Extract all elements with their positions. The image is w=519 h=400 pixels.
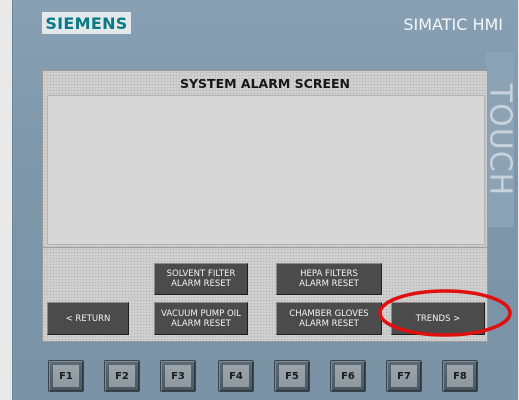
- f5-key-label: F5: [279, 365, 305, 387]
- vacuum-pump-oil-reset-button[interactable]: VACUUM PUMP OIL ALARM RESET: [154, 302, 248, 335]
- f6-key-label: F6: [335, 365, 361, 387]
- siemens-logo: SIEMENS: [42, 12, 131, 34]
- hmi-screen: SYSTEM ALARM SCREEN SOLVENT FILTER ALARM…: [42, 70, 488, 342]
- solvent-filter-reset-button[interactable]: SOLVENT FILTER ALARM RESET: [154, 263, 248, 295]
- screen-title: SYSTEM ALARM SCREEN: [180, 76, 350, 91]
- trends-button[interactable]: TRENDS >: [391, 302, 485, 335]
- divider: [43, 247, 487, 248]
- brand-label: SIMATIC HMI: [403, 15, 503, 34]
- alarm-view[interactable]: [47, 95, 485, 245]
- f7-key-label: F7: [391, 365, 417, 387]
- f4-key-label: F4: [223, 365, 249, 387]
- f2-key-label: F2: [109, 365, 135, 387]
- f4-key[interactable]: F4: [218, 360, 254, 392]
- f8-key[interactable]: F8: [442, 360, 478, 392]
- f7-key[interactable]: F7: [386, 360, 422, 392]
- return-button[interactable]: < RETURN: [47, 302, 129, 335]
- f3-key[interactable]: F3: [160, 360, 196, 392]
- chamber-gloves-reset-button[interactable]: CHAMBER GLOVES ALARM RESET: [276, 302, 382, 335]
- f1-key[interactable]: F1: [48, 360, 84, 392]
- touch-side-label: TOUCH: [483, 52, 518, 227]
- f5-key[interactable]: F5: [274, 360, 310, 392]
- f1-key-label: F1: [53, 365, 79, 387]
- f3-key-label: F3: [165, 365, 191, 387]
- f2-key[interactable]: F2: [104, 360, 140, 392]
- f6-key[interactable]: F6: [330, 360, 366, 392]
- hepa-filters-reset-button[interactable]: HEPA FILTERS ALARM RESET: [276, 263, 382, 295]
- f8-key-label: F8: [447, 365, 473, 387]
